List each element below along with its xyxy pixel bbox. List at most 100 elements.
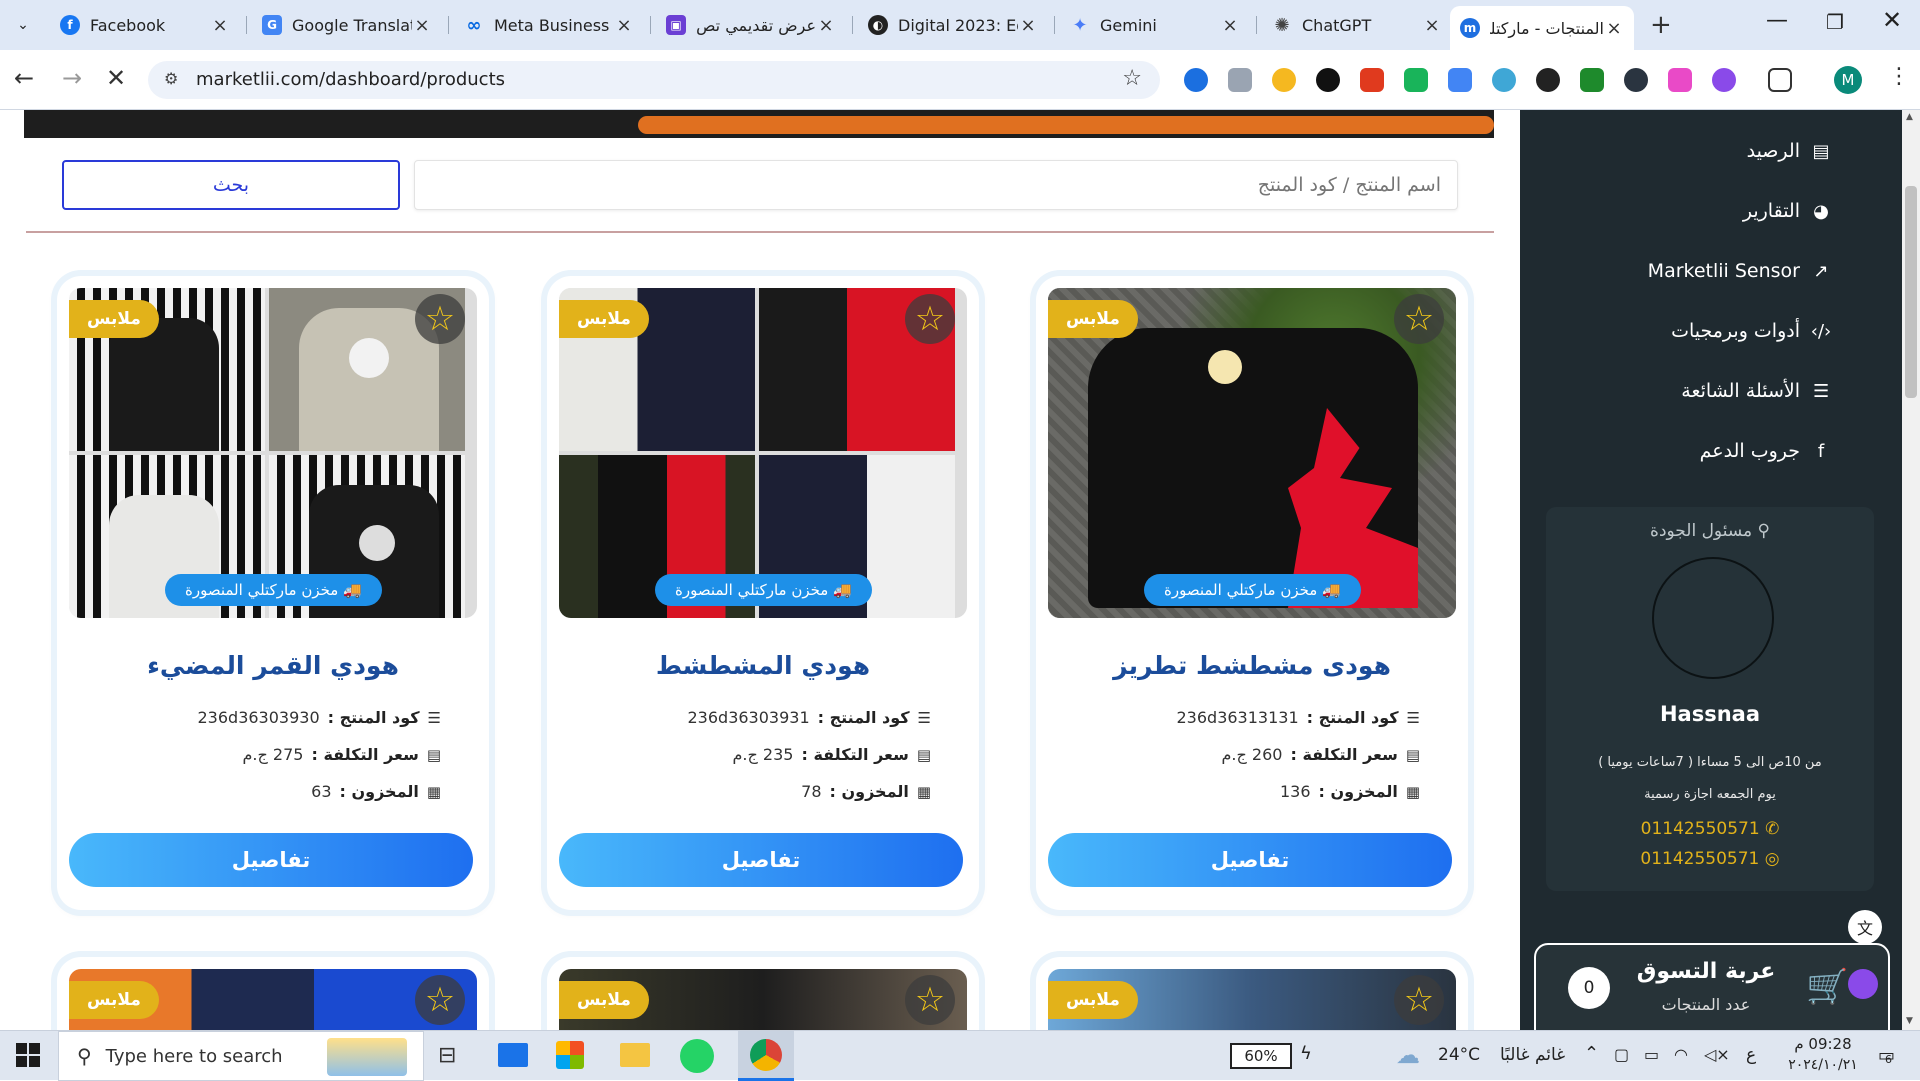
tab-marketlii-products[interactable]: m المنتجات - ماركتلي × [1450,6,1634,50]
battery-indicator[interactable]: 60% [1230,1043,1292,1069]
close-icon[interactable]: × [1604,18,1624,39]
weather-icon[interactable]: ☁ [1396,1041,1420,1069]
close-icon[interactable]: × [412,15,432,36]
extension-8-icon[interactable] [1492,68,1516,92]
extension-9-icon[interactable] [1536,68,1560,92]
sidebar-item-support-group[interactable]: f جروب الدعم [1700,436,1832,466]
whatsapp-app-icon[interactable] [680,1039,714,1073]
mail-icon[interactable] [498,1043,528,1067]
address-bar[interactable]: ⚙ marketlii.com/dashboard/products ☆ [148,61,1160,99]
extensions-puzzle-icon[interactable] [1768,68,1792,92]
tab-facebook[interactable]: f Facebook × [50,8,240,42]
close-icon[interactable]: × [1018,15,1038,36]
sidebar-item-tools[interactable]: ‹/› أدوات وبرمجيات [1671,316,1832,346]
product-code: ☰ كود المنتج :236d36303931 [687,708,932,727]
product-image[interactable]: ملابس ☆ [1048,969,1456,1030]
sidebar-item-reports[interactable]: ◕ التقارير [1743,196,1832,226]
extension-12-icon[interactable] [1668,68,1692,92]
product-image[interactable]: ملابس ☆ 🚚 مخزن ماركتلي المنصورة [559,288,967,618]
tab-meta-business[interactable]: ∞ Meta Business Su × [454,8,644,42]
clock-date[interactable]: ٢٠٢٤/١٠/٢١ [1778,1057,1868,1073]
windows-start-icon[interactable] [16,1043,40,1067]
product-image[interactable]: ملابس ☆ [69,969,477,1030]
taskbar-search-placeholder: Type here to search [105,1045,283,1067]
bookmark-star-icon[interactable]: ☆ [1122,66,1142,91]
close-icon[interactable]: × [1422,15,1442,36]
maximize-button[interactable]: ❐ [1826,10,1844,34]
profile-avatar[interactable]: M [1834,66,1862,94]
support-whatsapp[interactable]: 01142550571 ◎ [1546,849,1874,869]
product-image[interactable]: ملابس ☆ [559,969,967,1030]
browser-menu-icon[interactable]: ⋮ [1888,64,1910,89]
clock-time[interactable]: 09:28 م [1778,1035,1868,1053]
scrollbar[interactable]: ▲ ▼ [1902,110,1920,1030]
box-icon: ▦ [426,782,441,801]
scroll-up-icon[interactable]: ▲ [1906,112,1913,122]
battery-tray-icon[interactable]: ▭ [1644,1045,1659,1064]
store-icon[interactable] [556,1041,584,1069]
shopping-cart-widget[interactable]: 0 عربة التسوق عدد المنتجات 🛒 [1534,943,1890,1030]
close-icon[interactable]: × [816,15,836,36]
product-image[interactable]: ملابس ☆ 🚚 مخزن ماركتلي المنصورة [69,288,477,618]
details-button[interactable]: تفاصيل [69,833,473,887]
extension-11-icon[interactable] [1624,68,1648,92]
sidebar-item-sensor[interactable]: ↗ Marketlii Sensor [1648,256,1832,286]
tab-gemini[interactable]: ✦ Gemini × [1060,8,1250,42]
wifi-icon[interactable]: ◠ [1674,1045,1688,1064]
favorite-star-icon[interactable]: ☆ [1394,294,1444,344]
favorite-star-icon[interactable]: ☆ [415,294,465,344]
favorite-star-icon[interactable]: ☆ [905,294,955,344]
extension-6-icon[interactable] [1404,68,1428,92]
favorite-star-icon[interactable]: ☆ [905,975,955,1025]
chrome-icon[interactable] [738,1031,794,1081]
notification-icon[interactable]: ▭ 6 [1870,1041,1900,1069]
support-phone[interactable]: 01142550571 ✆ [1546,819,1874,839]
extension-3-icon[interactable] [1272,68,1296,92]
tab-presentation[interactable]: ▣ عرض تقديمي تص × [656,8,846,42]
stop-loading-button[interactable]: ✕ [106,64,126,92]
tray-chevron-icon[interactable]: ⌃ [1584,1043,1599,1064]
file-explorer-icon[interactable] [620,1043,650,1067]
tab-search-button[interactable]: ⌄ [10,12,36,38]
close-icon[interactable]: × [210,15,230,36]
extension-5-icon[interactable] [1360,68,1384,92]
task-view-icon[interactable]: ⊟ [438,1043,456,1068]
sidebar-item-faq[interactable]: ☰ الأسئلة الشائعة [1681,376,1832,406]
url-text[interactable]: marketlii.com/dashboard/products [196,69,505,90]
weather-text[interactable]: غائم غالبًا [1500,1045,1565,1065]
tab-title: Google Translate [292,15,412,35]
back-button[interactable]: ← [14,64,34,92]
sidebar-item-balance[interactable]: ▤ الرصيد [1747,136,1832,166]
favorite-star-icon[interactable]: ☆ [1394,975,1444,1025]
extension-7-icon[interactable] [1448,68,1472,92]
translate-widget-icon[interactable]: 文 [1848,910,1882,944]
assistant-brain-icon[interactable] [1848,969,1878,999]
new-tab-button[interactable]: + [1650,10,1672,40]
close-icon[interactable]: × [1220,15,1240,36]
volume-icon[interactable]: ◁× [1704,1045,1730,1064]
tab-chatgpt[interactable]: ✺ ChatGPT × [1262,8,1452,42]
search-button[interactable]: بحث [62,160,400,210]
favorite-star-icon[interactable]: ☆ [415,975,465,1025]
tab-digital-2023[interactable]: ◐ Digital 2023: Egy × [858,8,1048,42]
extension-10-icon[interactable] [1580,68,1604,92]
minimize-button[interactable]: — [1766,8,1788,33]
extension-1-icon[interactable] [1184,68,1208,92]
product-image[interactable]: ملابس ☆ 🚚 مخزن ماركتلي المنصورة [1048,288,1456,618]
search-input[interactable] [414,160,1458,210]
scroll-down-icon[interactable]: ▼ [1906,1016,1913,1026]
extension-4-icon[interactable] [1316,68,1340,92]
tab-google-translate[interactable]: G Google Translate × [252,8,442,42]
site-info-icon[interactable]: ⚙ [164,69,178,88]
extension-13-icon[interactable] [1712,68,1736,92]
scrollbar-thumb[interactable] [1905,186,1917,398]
extension-2-icon[interactable] [1228,68,1252,92]
forward-button[interactable]: → [62,64,82,92]
details-button[interactable]: تفاصيل [559,833,963,887]
weather-temp[interactable]: 24°C [1438,1045,1480,1065]
details-button[interactable]: تفاصيل [1048,833,1452,887]
window-close-button[interactable]: ✕ [1882,6,1902,34]
taskbar-search-box[interactable]: ⚲ Type here to search [58,1031,424,1081]
input-language[interactable]: ع [1746,1045,1756,1065]
close-icon[interactable]: × [614,15,634,36]
